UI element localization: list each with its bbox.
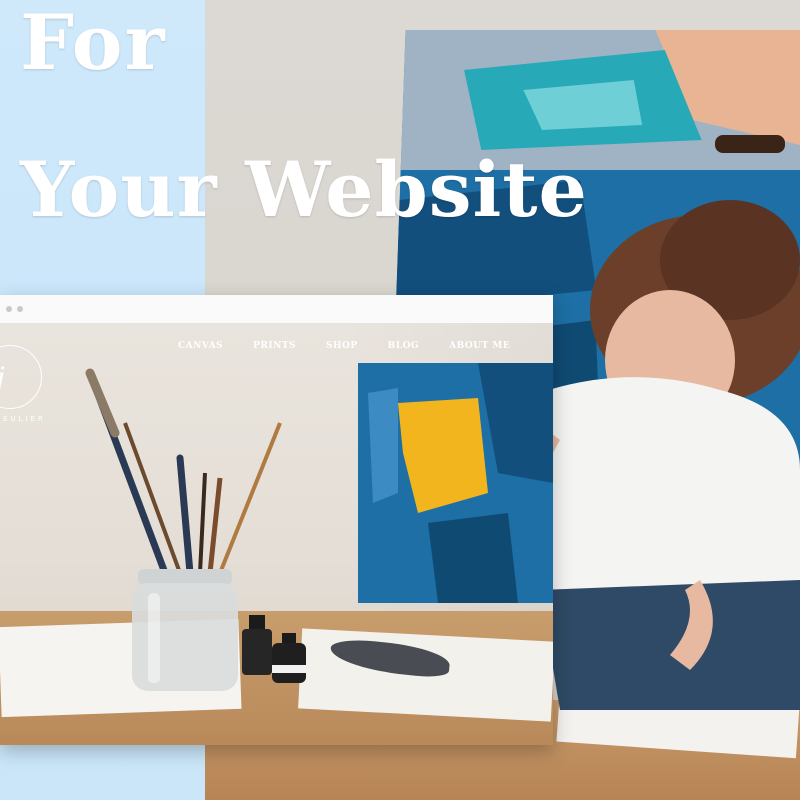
headline-line-2: Your Website — [20, 145, 588, 234]
nav-link-blog[interactable]: BLOG — [388, 341, 419, 351]
paintbrushes-icon — [85, 368, 282, 577]
nav-link-prints[interactable]: PRINTS — [253, 341, 296, 351]
glass-jar-icon — [132, 569, 238, 691]
nav-link-canvas[interactable]: CANVAS — [178, 341, 223, 351]
site-logo[interactable] — [0, 345, 42, 409]
site-navigation: CANVAS PRINTS SHOP BLOG ABOUT ME — [178, 341, 540, 351]
browser-window-mockup: j JEULIER CANVAS PRINTS SHOP BLOG ABOUT … — [0, 295, 553, 745]
website-preview: j JEULIER CANVAS PRINTS SHOP BLOG ABOUT … — [0, 323, 553, 745]
brand-name: JEULIER — [0, 415, 46, 423]
window-dot-icon — [6, 306, 12, 312]
site-painting-image — [358, 363, 553, 603]
nav-link-about-me[interactable]: ABOUT ME — [449, 341, 510, 351]
nav-link-shop[interactable]: SHOP — [326, 341, 358, 351]
ink-bottle-icon — [242, 615, 272, 675]
hero-banner: For Your Website j JEULIER CANVAS PRINTS — [0, 0, 800, 800]
ink-bottle-icon — [272, 633, 306, 683]
browser-toolbar — [0, 295, 553, 324]
headline-line-1: For — [20, 0, 167, 87]
window-dot-icon — [17, 306, 23, 312]
logo-letter: j — [0, 361, 5, 394]
